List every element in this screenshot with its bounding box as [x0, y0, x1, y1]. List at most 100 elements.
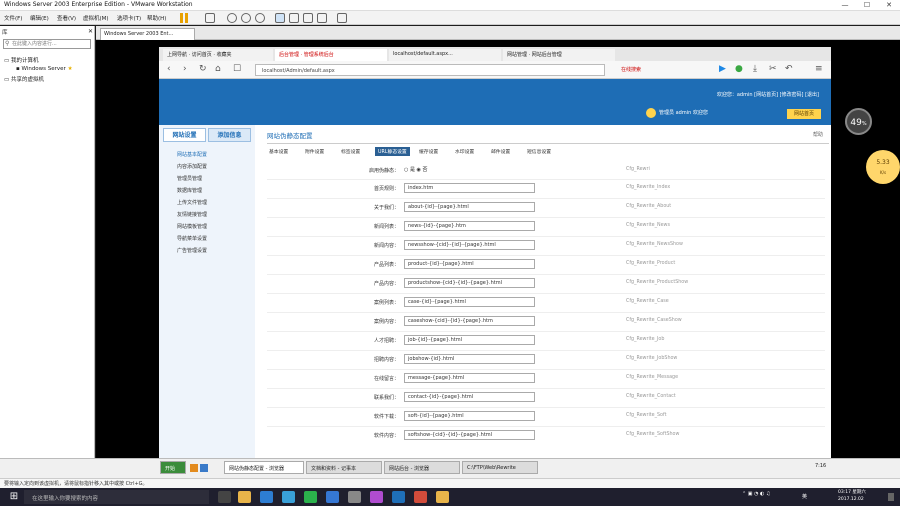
- home-icon[interactable]: ⌂: [215, 64, 221, 74]
- app-icon[interactable]: [282, 491, 295, 503]
- rule-input[interactable]: caseshow-{cid}-{id}-{page}.htm: [404, 316, 535, 326]
- task-view-icon[interactable]: [218, 491, 231, 503]
- app-icon[interactable]: [436, 491, 449, 503]
- download-icon[interactable]: ⤓: [753, 64, 757, 74]
- rule-input[interactable]: about-{id}-{page}.html: [404, 202, 535, 212]
- subtab-mail[interactable]: 邮件设置: [491, 148, 510, 155]
- site-home-button[interactable]: 网站首页: [787, 109, 821, 119]
- menu-edit[interactable]: 编辑(E): [30, 14, 49, 22]
- browser-tab-2[interactable]: 后台管理 · 管理系统后台: [275, 49, 387, 61]
- menu-help[interactable]: 帮助(H): [147, 14, 166, 22]
- forward-icon[interactable]: ›: [183, 64, 187, 74]
- rule-input[interactable]: contact-{id}-{page}.html: [404, 392, 535, 402]
- guest-task[interactable]: C:\FTP\Web\Rewrite: [462, 461, 538, 474]
- rule-input[interactable]: message-{page}.html: [404, 373, 535, 383]
- tab-add-info[interactable]: 添加信息: [208, 128, 251, 142]
- thumbnail-view-icon[interactable]: [289, 13, 299, 23]
- cpu-usage-badge[interactable]: 49%: [845, 108, 872, 135]
- rule-input[interactable]: news-{id}-{page}.htm: [404, 221, 535, 231]
- manage-snapshots-icon[interactable]: [255, 13, 265, 23]
- address-bar[interactable]: localhost/Admin/default.aspx: [255, 64, 605, 76]
- library-search-input[interactable]: 在此键入内容进行...: [3, 39, 91, 49]
- subtab-tags[interactable]: 标签设置: [341, 148, 360, 155]
- close-button[interactable]: ✕: [878, 0, 900, 11]
- rule-input[interactable]: productshow-{cid}-{id}-{page}.html: [404, 278, 535, 288]
- rule-input[interactable]: jobshow-{id}.html: [404, 354, 535, 364]
- browser-tab-4[interactable]: 网站管理 · 网站后台管理: [503, 49, 615, 61]
- edge-icon[interactable]: [260, 491, 273, 503]
- guest-task[interactable]: 网站伪静态配置 - 浏览器: [224, 461, 304, 474]
- rule-input[interactable]: soft-{id}-{page}.html: [404, 411, 535, 421]
- header-links[interactable]: 欢迎您：admin [网站首页] [修改密码] [退出]: [717, 91, 819, 98]
- guest-task[interactable]: 文档和资料 - 记事本: [306, 461, 382, 474]
- sidebar-item[interactable]: 友情链接管理: [177, 211, 207, 218]
- file-explorer-icon[interactable]: [238, 491, 251, 503]
- guest-start-button[interactable]: 开始: [160, 461, 186, 474]
- menu-tabs[interactable]: 选项卡(T): [117, 14, 141, 22]
- quicklaunch-icon[interactable]: [200, 464, 208, 472]
- tree-node-vm[interactable]: ▪ Windows Server ★: [16, 66, 73, 72]
- sidebar-item[interactable]: 管理员管理: [177, 175, 202, 182]
- sidebar-item[interactable]: 数据库管理: [177, 187, 202, 194]
- minimize-button[interactable]: —: [834, 0, 856, 11]
- back-icon[interactable]: ‹: [167, 64, 171, 74]
- close-library-icon[interactable]: ✕: [88, 28, 93, 35]
- rule-input[interactable]: index.htm: [404, 183, 535, 193]
- sidebar-item[interactable]: 导航菜单设置: [177, 235, 207, 242]
- subtab-attachment[interactable]: 附件设置: [305, 148, 324, 155]
- tree-node-shared[interactable]: ▭ 共享的虚拟机: [4, 75, 44, 83]
- rule-input[interactable]: job-{id}-{page}.html: [404, 335, 535, 345]
- library-view-icon[interactable]: [275, 13, 285, 23]
- subtab-sms[interactable]: 短信息设置: [527, 148, 551, 155]
- app-icon[interactable]: [392, 491, 405, 503]
- tray-language[interactable]: 英: [802, 493, 807, 500]
- clock-date[interactable]: 2017.12.02: [838, 497, 864, 502]
- quicklaunch-icon[interactable]: [190, 464, 198, 472]
- app-icon[interactable]: [370, 491, 383, 503]
- subtab-cache[interactable]: 缓存设置: [419, 148, 438, 155]
- net-speed-badge[interactable]: 5.33 K/s: [866, 150, 900, 184]
- pause-icon[interactable]: [180, 13, 183, 23]
- guest-task[interactable]: 网站后台 - 浏览器: [384, 461, 460, 474]
- console-view-icon[interactable]: [303, 13, 313, 23]
- sidebar-item[interactable]: 广告管理设置: [177, 247, 207, 254]
- extension-icon[interactable]: ●: [735, 64, 743, 74]
- undo-icon[interactable]: ↶: [785, 64, 793, 74]
- tools-icon[interactable]: ✂: [769, 64, 777, 74]
- search-engine-label[interactable]: 在线搜索: [621, 66, 641, 73]
- subtab-basic[interactable]: 基本设置: [269, 148, 288, 155]
- wechat-icon[interactable]: [304, 491, 317, 503]
- app-icon[interactable]: [414, 491, 427, 503]
- notification-icon[interactable]: [888, 493, 894, 501]
- app-icon[interactable]: [348, 491, 361, 503]
- refresh-icon[interactable]: ↻: [199, 64, 207, 74]
- tab-site-settings[interactable]: 网站设置: [163, 128, 206, 142]
- clock-time[interactable]: 03:17 星期六: [838, 489, 866, 495]
- sidebar-item[interactable]: 上传文件管理: [177, 199, 207, 206]
- tray-icons[interactable]: ⌃ ▣ ◔ ◐ ♫: [742, 491, 770, 497]
- sidebar-item[interactable]: 内容添加配置: [177, 163, 207, 170]
- menu-vm[interactable]: 虚拟机(M): [83, 14, 109, 22]
- tree-node-my-computer[interactable]: ▭ 我的计算机: [4, 56, 38, 64]
- unity-icon[interactable]: [337, 13, 347, 23]
- fullscreen-icon[interactable]: [317, 13, 327, 23]
- rewrite-toggle[interactable]: ○ 是 ◉ 否: [404, 166, 428, 173]
- restore-snapshot-icon[interactable]: [241, 13, 251, 23]
- subtab-url-rewrite[interactable]: URL静态设置: [375, 147, 410, 156]
- browser-tab-3[interactable]: localhost/default.aspx...: [389, 49, 501, 61]
- sidebar-item[interactable]: 网站模板管理: [177, 223, 207, 230]
- send-keys-icon[interactable]: [205, 13, 215, 23]
- help-link[interactable]: 帮助: [813, 131, 823, 138]
- menu-view[interactable]: 查看(V): [57, 14, 76, 22]
- browser-tab-1[interactable]: 上网导航 · 访问首页 · 收藏夹: [163, 49, 273, 61]
- menu-file[interactable]: 文件(F): [4, 14, 22, 22]
- menu-icon[interactable]: ≡: [815, 64, 823, 74]
- maximize-button[interactable]: ☐: [856, 0, 878, 11]
- bookmark-icon[interactable]: ☐: [233, 64, 241, 74]
- play-icon[interactable]: ▶: [719, 64, 726, 74]
- rule-input[interactable]: newsshow-{cid}-{id}-{page}.html: [404, 240, 535, 250]
- taskbar-search-input[interactable]: 在这里输入你要搜索的内容: [24, 490, 209, 504]
- windows-start-icon[interactable]: ⊞: [8, 491, 20, 503]
- subtab-watermark[interactable]: 水印设置: [455, 148, 474, 155]
- rule-input[interactable]: product-{id}-{page}.html: [404, 259, 535, 269]
